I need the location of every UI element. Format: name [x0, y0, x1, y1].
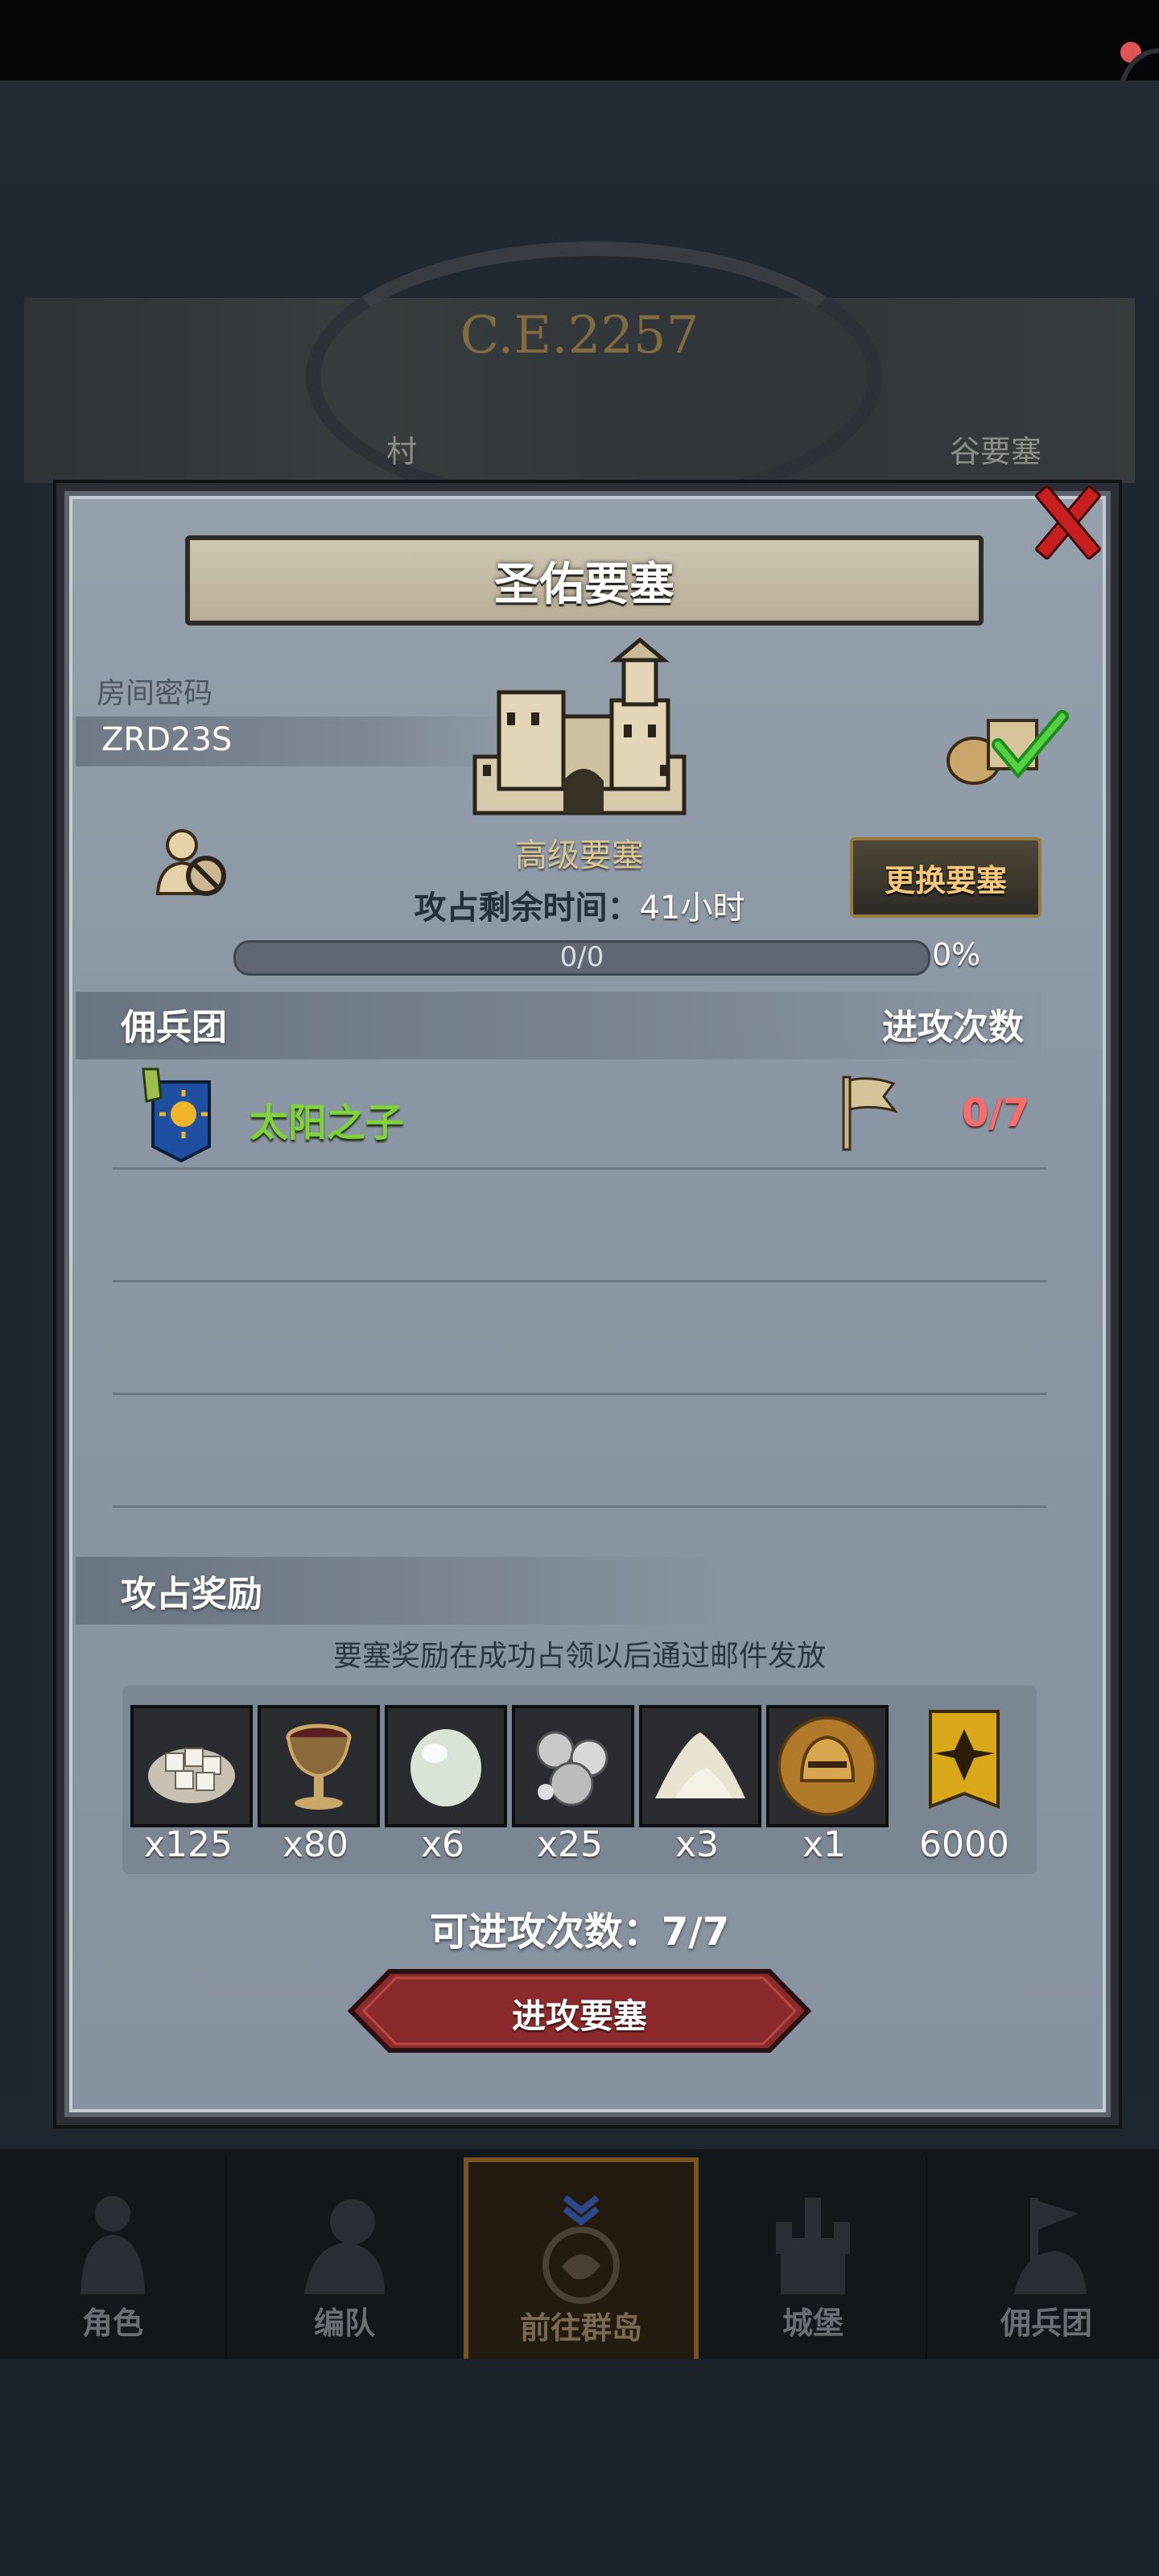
fortress-castle-icon — [472, 637, 687, 815]
map-label-fortress: 谷要塞 — [950, 434, 1042, 469]
status-bar — [0, 0, 1159, 80]
islands-icon — [542, 2194, 620, 2304]
medal-icon[interactable] — [906, 1705, 1022, 1821]
nav-character[interactable]: 角色 — [0, 2157, 227, 2359]
empty-row-divider — [113, 1505, 1046, 1508]
chalice-icon[interactable] — [258, 1705, 380, 1827]
sun-banner-icon — [142, 1067, 211, 1162]
reward-qty: x125 — [143, 1824, 233, 1865]
empty-row-divider — [113, 1393, 1046, 1395]
remaining-time-label: 攻占剩余时间： — [414, 890, 640, 927]
attack-fortress-label: 进攻要塞 — [511, 1996, 647, 2036]
remaining-time: 攻占剩余时间：41小时 — [0, 881, 1159, 928]
attack-count-header: 进攻次数 — [882, 1007, 1024, 1048]
nav-islands[interactable]: 前往群岛 — [464, 2157, 699, 2368]
pearl-icon[interactable] — [385, 1705, 507, 1827]
mercenary-attack-count: 0/7 — [962, 1091, 1030, 1136]
capture-progress-text: 0/0 — [559, 941, 604, 973]
attempts: 可进攻次数：7/7 — [0, 1900, 1159, 1956]
room-code-value[interactable]: ZRD23S — [101, 721, 232, 758]
nav-label: 前往群岛 — [519, 2310, 642, 2346]
helmet-icon[interactable] — [766, 1705, 889, 1827]
capture-progress-percent: 0% — [932, 937, 981, 972]
modal-title: 圣佑要塞 — [494, 558, 674, 611]
nav-label: 城堡 — [782, 2306, 843, 2341]
castle-icon — [776, 2198, 850, 2294]
character-icon — [80, 2196, 145, 2294]
nav-label: 编队 — [313, 2306, 375, 2341]
formation-icon — [304, 2199, 385, 2294]
sugar-icon[interactable] — [130, 1705, 253, 1827]
reward-qty: x1 — [802, 1824, 847, 1865]
room-code-label: 房间密码 — [97, 677, 213, 710]
right-edge — [1127, 483, 1159, 2093]
nav-label: 佣兵团 — [1000, 2306, 1092, 2341]
nav-mercenary[interactable]: 佣兵团 — [934, 2157, 1159, 2359]
fortress-level: 高级要塞 — [515, 837, 644, 874]
mercenary-row[interactable]: 太阳之子 0/7 — [113, 1063, 1046, 1170]
rewards-note: 要塞奖励在成功占领以后通过邮件发放 — [332, 1640, 826, 1673]
flag-icon — [842, 1075, 899, 1151]
bottom-background — [0, 2359, 1159, 2576]
remaining-time-unit: 小时 — [680, 890, 745, 927]
era-dial — [306, 242, 882, 512]
silver-icon[interactable] — [512, 1705, 634, 1827]
rewards-header: 攻占奖励 — [121, 1574, 262, 1615]
title-banner: 圣佑要塞 — [185, 535, 984, 625]
attack-fortress-button[interactable]: 进攻要塞 — [348, 1968, 811, 2054]
reward-qty: x25 — [536, 1824, 604, 1865]
map-label-village: 村 — [386, 434, 418, 469]
nav-formation[interactable]: 编队 — [232, 2157, 459, 2359]
attempts-value: 7/7 — [661, 1909, 730, 1955]
remaining-time-value: 41 — [639, 890, 681, 927]
mercenary-icon — [1014, 2198, 1087, 2294]
reward-qty: x80 — [282, 1824, 349, 1865]
nav-label: 角色 — [81, 2306, 143, 2341]
mercenary-header: 佣兵团 — [121, 1007, 227, 1048]
reward-qty: x3 — [674, 1824, 720, 1865]
left-edge — [0, 483, 32, 2093]
salt-icon[interactable] — [639, 1705, 761, 1827]
attempts-label: 可进攻次数： — [429, 1909, 662, 1955]
supply-check-icon[interactable] — [942, 700, 1070, 789]
nav-castle[interactable]: 城堡 — [700, 2157, 927, 2359]
era-label: C.E.2257 — [460, 306, 699, 365]
close-button[interactable] — [1021, 475, 1109, 564]
capture-progress-bar: 0/0 — [233, 940, 930, 976]
mercenary-name: 太阳之子 — [250, 1100, 405, 1146]
empty-row-divider — [113, 1280, 1046, 1282]
reward-qty: 6000 — [919, 1824, 1009, 1865]
reward-qty: x6 — [420, 1824, 465, 1865]
